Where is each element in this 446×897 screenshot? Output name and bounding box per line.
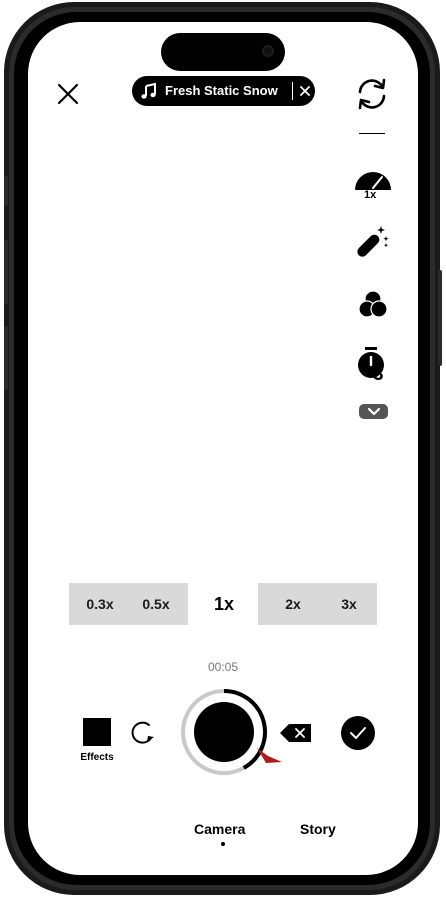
phone-frame: Fresh Static Snow 1x 3 0.3x 0.5x 1x 2x 3…: [0, 0, 446, 897]
more-tools-button[interactable]: [359, 404, 388, 419]
front-camera: [262, 45, 274, 57]
record-button[interactable]: [194, 702, 254, 762]
filters-button[interactable]: [355, 288, 391, 322]
effects-button[interactable]: [83, 718, 111, 746]
remove-sound-button[interactable]: [296, 82, 314, 100]
zoom-option-2x[interactable]: 2x: [265, 583, 321, 625]
delete-segment-button[interactable]: [279, 722, 313, 744]
speed-value: 1x: [364, 189, 377, 201]
timer-button[interactable]: 3: [354, 346, 392, 386]
zoom-option-0-3x[interactable]: 0.3x: [73, 583, 127, 625]
magic-wand-icon: [357, 226, 389, 257]
effects-label: Effects: [80, 752, 114, 763]
close-button[interactable]: [54, 80, 82, 108]
filters-icon: [358, 290, 388, 318]
sound-divider: [292, 82, 293, 100]
volume-down-button: [4, 326, 8, 390]
active-tab-indicator: [221, 842, 225, 846]
close-icon: [57, 83, 79, 105]
zoom-group-right: 2x 3x: [258, 583, 377, 625]
music-note-icon: [141, 82, 156, 99]
undo-button[interactable]: [128, 718, 158, 748]
zoom-option-3x[interactable]: 3x: [321, 583, 377, 625]
sound-name: Fresh Static Snow: [165, 83, 278, 98]
recording-timer: 00:05: [207, 660, 239, 674]
zoom-group-left: 0.3x 0.5x: [69, 583, 188, 625]
speed-gauge-icon: [355, 172, 391, 190]
zoom-option-0-5x[interactable]: 0.5x: [128, 583, 184, 625]
check-icon: [350, 727, 366, 739]
rotate-icon: [131, 721, 154, 744]
toolbar-divider: [359, 133, 385, 134]
tab-camera[interactable]: Camera: [194, 821, 245, 837]
flip-camera-icon: [358, 78, 386, 110]
sound-selector[interactable]: Fresh Static Snow: [132, 76, 315, 106]
speed-button[interactable]: 1x: [353, 168, 393, 204]
side-switch: [4, 176, 8, 206]
close-icon: [300, 86, 310, 96]
zoom-option-1x[interactable]: 1x: [204, 583, 244, 625]
done-button[interactable]: [341, 716, 375, 750]
volume-up-button: [4, 240, 8, 304]
beautify-button[interactable]: [352, 224, 392, 262]
chevron-down-icon: [367, 407, 380, 416]
power-button: [438, 270, 442, 366]
tab-story[interactable]: Story: [300, 821, 336, 837]
flip-camera-button[interactable]: [354, 76, 390, 112]
timer-value: 3: [373, 364, 384, 385]
backspace-icon: [280, 724, 311, 742]
